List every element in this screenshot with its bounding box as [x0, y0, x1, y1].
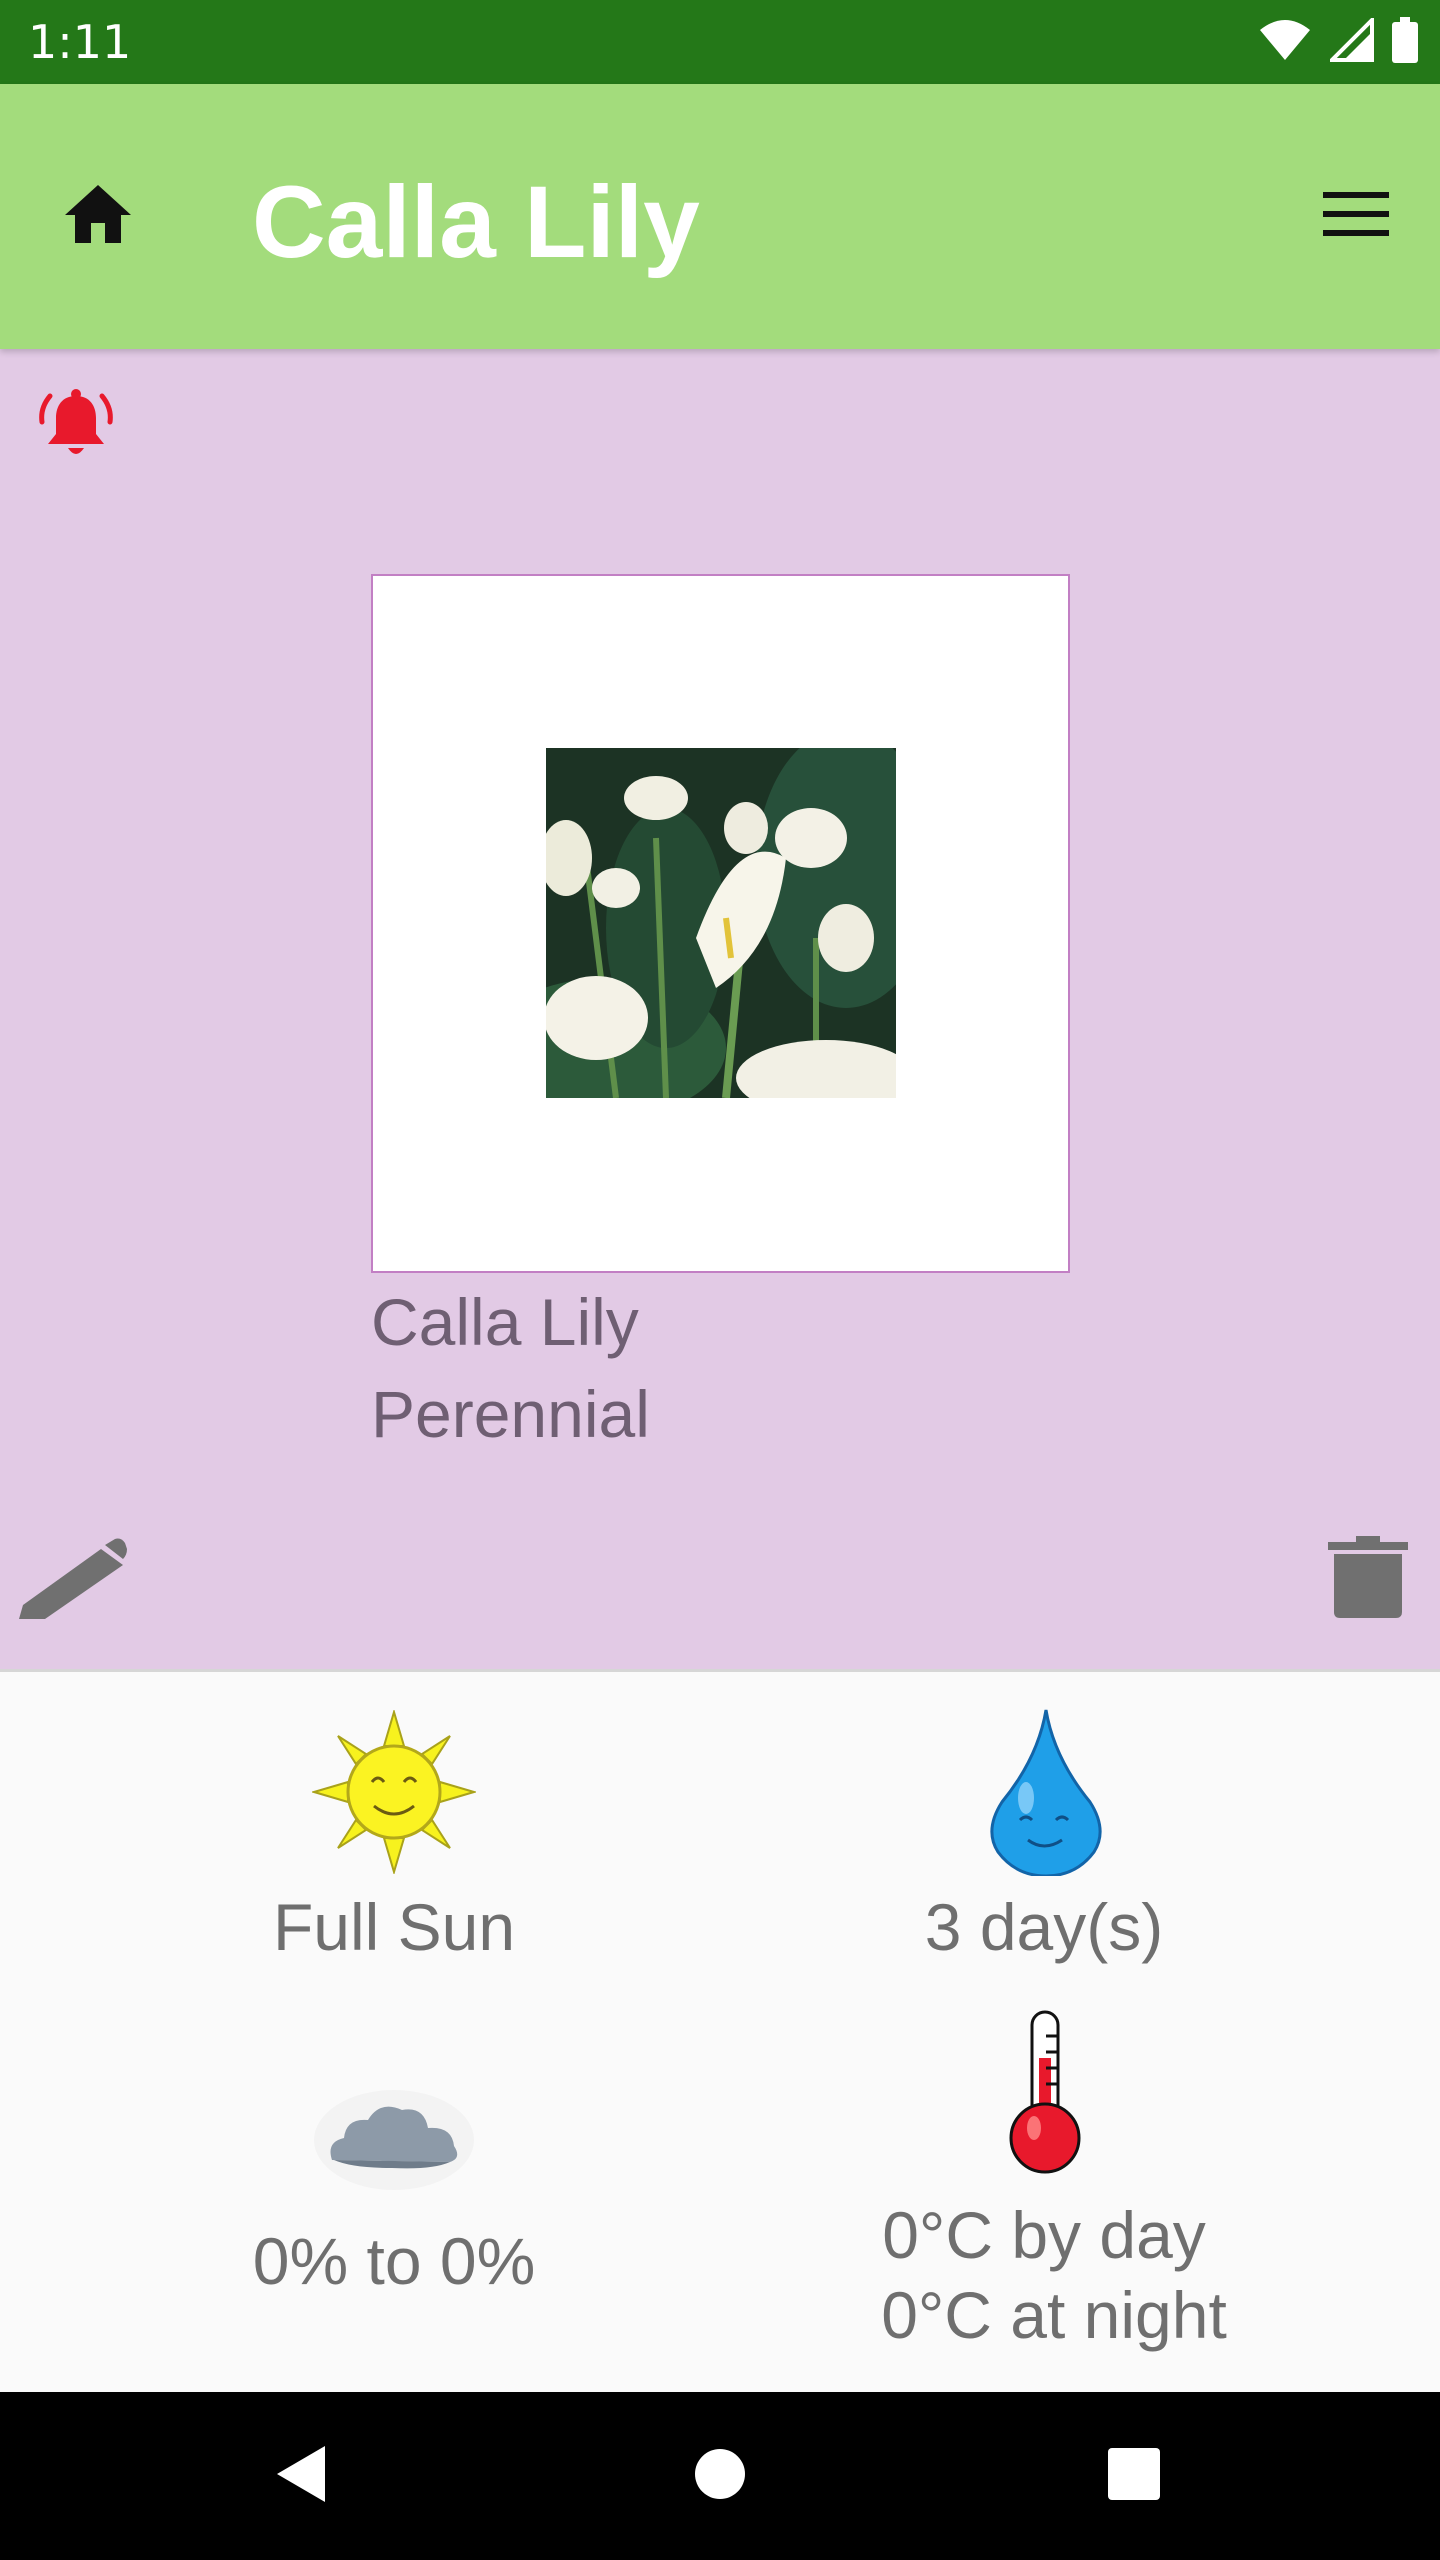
menu-icon [1323, 190, 1389, 242]
sun-icon [310, 1708, 478, 1878]
plant-photo [546, 748, 896, 1098]
thermometer-icon [1000, 2008, 1090, 2180]
back-button[interactable] [250, 2426, 350, 2526]
back-icon [273, 2444, 327, 2508]
plant-card: Calla Lily Perennial [0, 349, 1440, 1672]
recents-button[interactable] [1084, 2426, 1184, 2526]
wifi-icon [1258, 18, 1312, 66]
status-time: 1:11 [28, 15, 132, 69]
water-drop-icon [986, 1708, 1106, 1880]
plant-photo-frame[interactable] [371, 574, 1070, 1273]
alarm-bell-icon [38, 388, 114, 466]
pencil-icon [17, 1535, 127, 1623]
alarm-button[interactable] [36, 387, 116, 467]
delete-button[interactable] [1318, 1529, 1418, 1629]
circle-home-icon [694, 2448, 746, 2504]
watering-label: 3 day(s) [924, 1890, 1164, 1964]
menu-button[interactable] [1314, 174, 1398, 258]
edit-button[interactable] [14, 1529, 130, 1629]
home-nav-button[interactable] [670, 2426, 770, 2526]
cloud-icon [312, 2080, 476, 2194]
status-bar: 1:11 [0, 0, 1440, 84]
watering-info: 3 day(s) [764, 1708, 1324, 1968]
temperature-night-label: 0°C at night [881, 2278, 1227, 2352]
signal-icon [1327, 15, 1374, 66]
status-icons [1258, 15, 1418, 67]
home-icon [63, 183, 133, 249]
trash-icon [1326, 1536, 1410, 1622]
humidity-info: 0% to 0% [114, 2080, 674, 2320]
temperature-day-label: 0°C by day [882, 2198, 1206, 2272]
plant-type: Perennial [371, 1377, 650, 1451]
humidity-label: 0% to 0% [252, 2224, 536, 2298]
temperature-info: 0°C by day 0°C at night [764, 2008, 1324, 2368]
plant-name: Calla Lily [371, 1285, 639, 1359]
page-title: Calla Lily [252, 165, 700, 279]
battery-icon [1392, 17, 1418, 67]
square-recents-icon [1107, 2447, 1161, 2505]
system-nav-bar [0, 2392, 1440, 2560]
sunlight-info: Full Sun [114, 1708, 674, 1970]
app-bar: Calla Lily [0, 84, 1440, 349]
home-button[interactable] [56, 174, 140, 258]
sunlight-label: Full Sun [272, 1890, 516, 1964]
